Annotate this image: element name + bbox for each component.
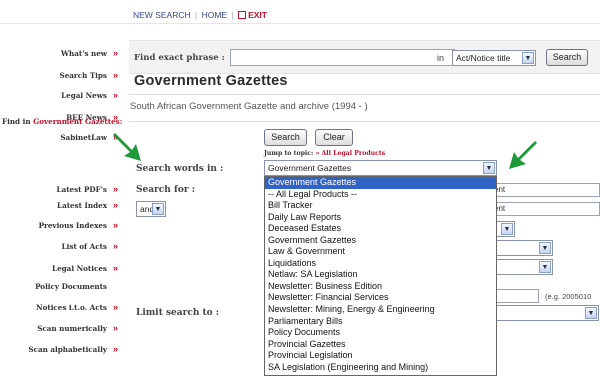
sidebar-item-sabinetlaw[interactable]: SabinetLaw» [60, 132, 118, 142]
dropdown-option[interactable]: Deceased Estates [265, 223, 496, 235]
chevron-down-icon: ▼ [539, 261, 551, 273]
dropdown-option[interactable]: SA Legislation (Engineering and Mining) [265, 362, 496, 374]
operator-select[interactable]: and ▼ [136, 201, 166, 217]
sidebar-item-label: Policy Documents [35, 282, 107, 291]
sidebar-item-scan-alphabetically[interactable]: Scan alphabetically » [28, 344, 118, 354]
arrow-icon: » [112, 90, 118, 100]
chevron-down-icon: ▼ [522, 52, 534, 64]
title-divider [129, 94, 600, 95]
sidebar-item-label: Latest PDF's [56, 185, 107, 194]
sidebar-item-scan-numerically[interactable]: Scan numerically » [37, 323, 118, 333]
date-hint: (e.g. 2005010 [545, 292, 592, 301]
dropdown-option[interactable]: Newsletter: Financial Services [265, 292, 496, 304]
search-for-label: Search for : [136, 185, 196, 195]
sidebar-item-label: Latest Index [57, 201, 107, 210]
search-words-label: Search words in : [136, 164, 224, 174]
dropdown-option[interactable]: Newsletter: Business Edition [265, 281, 496, 293]
filter-select-3[interactable]: ▼ [489, 305, 599, 321]
sidebar-item-previous-indexes[interactable]: Previous Indexes » [39, 220, 118, 230]
arrow-icon: » [112, 184, 118, 194]
dropdown-option[interactable]: Provincial Legislation [265, 350, 496, 362]
chevron-down-icon: ▼ [501, 223, 513, 235]
find-in-section: Government Gazettes: [33, 117, 123, 126]
sidebar-item-label: List of Acts [61, 242, 107, 251]
search-for-input[interactable]: ent [489, 183, 600, 197]
sidebar-item-label: Legal Notices [52, 264, 107, 273]
sidebar-item-label: Search Tips [59, 71, 107, 80]
product-select-value: Government Gazettes [268, 163, 352, 173]
dropdown-option[interactable]: Policy Documents [265, 327, 496, 339]
chevron-down-icon: ▼ [152, 203, 164, 215]
sidebar-item-whats-new[interactable]: What's new » [61, 48, 118, 58]
sidebar-item-list-of-acts[interactable]: List of Acts » [62, 241, 118, 251]
sidebar-item-legal-news[interactable]: Legal News » [61, 90, 118, 100]
sidebar-item-label: Legal News [61, 91, 107, 100]
arrow-icon: » [112, 70, 118, 80]
arrow-icon: » [112, 263, 118, 273]
sidebar-item-notices-ito-acts[interactable]: Notices i.t.o. Acts » [36, 302, 118, 312]
in-label: in [437, 53, 445, 63]
dropdown-option[interactable]: Law & Government [265, 246, 496, 258]
dropdown-option[interactable]: Government Gazettes [265, 235, 496, 247]
phrase-label: Find exact phrase : [134, 53, 225, 63]
product-select[interactable]: Government Gazettes ▼ [264, 160, 497, 176]
dropdown-option[interactable]: Daily Law Reports [265, 212, 496, 224]
dropdown-option[interactable]: Parliamentary Bills [265, 316, 496, 328]
sidebar-item-label: Scan numerically [37, 324, 107, 333]
main-content: Find exact phrase : in Act/Notice title … [129, 0, 600, 376]
chevron-down-icon: ▼ [483, 162, 495, 174]
sidebar-item-legal-notices[interactable]: Legal Notices » [52, 263, 118, 273]
search-for-input-2[interactable]: ent [489, 202, 600, 216]
arrow-icon: » [112, 200, 118, 210]
jump-label: Jump to topic: [264, 150, 314, 157]
arrow-icon: » [112, 344, 118, 354]
chevron-down-icon: ▼ [585, 307, 597, 319]
dropdown-option[interactable]: Newsletter: Mining, Energy & Engineering [265, 304, 496, 316]
phrase-field-value: Act/Notice title [456, 53, 511, 63]
chevron-down-icon: ▼ [539, 242, 551, 254]
find-in-heading: Find in Government Gazettes: [2, 117, 122, 126]
sidebar-item-label: Scan alphabetically [28, 345, 107, 354]
page-subtitle: South African Government Gazette and arc… [130, 101, 368, 112]
phrase-input[interactable] [230, 49, 455, 66]
arrow-icon: » [112, 220, 118, 230]
sidebar-item-search-tips[interactable]: Search Tips » [60, 70, 118, 80]
dropdown-option[interactable]: -- All Legal Products -- [265, 189, 496, 201]
jump-link[interactable]: All Legal Products [322, 150, 386, 157]
arrow-icon: » [112, 302, 118, 312]
jump-to-topic: Jump to topic: » All Legal Products [264, 150, 385, 157]
phrase-search-button[interactable]: Search [546, 49, 588, 66]
clear-button[interactable]: Clear [315, 129, 353, 146]
arrow-icon: » [112, 323, 118, 333]
phrase-field-select[interactable]: Act/Notice title ▼ [452, 50, 536, 66]
search-button[interactable]: Search [264, 129, 307, 146]
phrase-search-bar: Find exact phrase : in Act/Notice title … [129, 40, 600, 74]
filter-select-1[interactable]: ▼ [489, 240, 553, 256]
sidebar-item-label: Notices i.t.o. Acts [36, 303, 107, 312]
dropdown-option[interactable]: Government Gazettes [265, 177, 496, 189]
limit-search-label: Limit search to : [136, 308, 220, 318]
dropdown-option[interactable]: Netlaw: SA Legislation [265, 269, 496, 281]
arrow-icon: » [112, 241, 118, 251]
sidebar-item-label: What's new [60, 49, 107, 58]
sidebar-item-policy-documents[interactable]: Policy Documents» [35, 281, 118, 291]
sidebar-item-latest-index[interactable]: Latest Index » [57, 200, 118, 210]
sidebar-item-label: Previous Indexes [38, 221, 107, 230]
dropdown-option[interactable]: Liquidations [265, 258, 496, 270]
sidebar-item-latest-pdfs[interactable]: Latest PDF's » [57, 184, 118, 194]
sidebar-item-label: SabinetLaw [60, 133, 107, 142]
arrow-icon: » [315, 150, 320, 157]
product-dropdown-list[interactable]: Government Gazettes -- All Legal Product… [264, 176, 497, 376]
filter-select-2[interactable]: ▼ [489, 259, 553, 275]
find-in-prefix: Find in [2, 117, 31, 126]
subtitle-divider [129, 121, 600, 122]
arrow-icon: » [112, 48, 118, 58]
dropdown-option[interactable]: Provincial Gazettes [265, 339, 496, 351]
page-title: Government Gazettes [134, 73, 288, 89]
dropdown-option[interactable]: Bill Tracker [265, 200, 496, 212]
